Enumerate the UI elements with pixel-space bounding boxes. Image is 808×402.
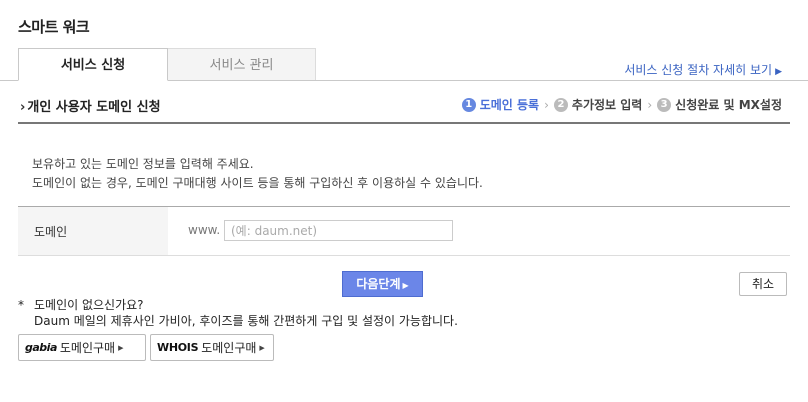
step-number-icon: 2: [553, 97, 568, 112]
step-number-icon: 1: [461, 97, 476, 112]
triangle-right-icon: ▶: [402, 281, 409, 290]
triangle-right-icon: ▶: [118, 343, 124, 352]
next-step-label: 다음단계: [356, 277, 401, 291]
triangle-right-icon: ▶: [259, 343, 265, 352]
step-3: 3 신청완료 및 MX설정: [657, 96, 782, 113]
guide-link[interactable]: 서비스 신청 절차 자세히 보기 ▶: [624, 61, 782, 78]
step-label: 추가정보 입력: [571, 98, 643, 112]
tab-service-apply[interactable]: 서비스 신청: [18, 48, 168, 81]
step-label: 신청완료 및 MX설정: [675, 98, 782, 112]
step-indicator: 1 도메인 등록 › 2 추가정보 입력 › 3 신청완료 및 MX설정: [461, 96, 782, 113]
buy-label: 도메인구매: [201, 341, 257, 355]
guide-link-label: 서비스 신청 절차 자세히 보기: [624, 63, 773, 77]
note-title: 도메인이 없으신가요?: [34, 298, 144, 312]
step-2: 2 추가정보 입력: [553, 96, 643, 113]
step-number-icon: 3: [657, 97, 672, 112]
whois-buy-button[interactable]: WHOIS 도메인구매 ▶: [150, 334, 274, 361]
domain-form-row: 도메인 www.: [18, 207, 790, 256]
section-title: › 개인 사용자 도메인 신청: [20, 96, 161, 115]
gabia-buy-button[interactable]: gabia 도메인구매 ▶: [18, 334, 146, 361]
buy-label: 도메인구매: [59, 341, 116, 355]
section-divider: [18, 122, 790, 124]
domain-value-cell: www.: [168, 207, 790, 255]
whois-logo: WHOIS: [157, 341, 199, 354]
chevron-right-icon: ›: [647, 97, 653, 112]
app-title: 스마트 워크: [18, 18, 90, 36]
chevron-right-icon: ›: [20, 100, 26, 115]
chevron-right-icon: ›: [544, 97, 549, 112]
step-1: 1 도메인 등록: [461, 96, 540, 113]
domain-label: 도메인: [34, 225, 68, 239]
domain-input[interactable]: [224, 220, 453, 241]
next-step-button[interactable]: 다음단계 ▶: [342, 271, 423, 297]
section-title-label: 개인 사용자 도메인 신청: [27, 100, 161, 115]
description: 보유하고 있는 도메인 정보를 입력해 주세요. 도메인이 없는 경우, 도메인…: [32, 155, 483, 193]
cancel-button[interactable]: 취소: [739, 272, 787, 296]
description-line: 보유하고 있는 도메인 정보를 입력해 주세요.: [32, 157, 254, 171]
domain-note: * 도메인이 없으신가요? Daum 메일의 제휴사인 가비아, 후이즈를 통해 …: [18, 297, 458, 329]
description-line: 도메인이 없는 경우, 도메인 구매대행 사이트 등을 통해 구입하신 후 이용…: [32, 176, 483, 190]
gabia-logo: gabia: [25, 341, 57, 354]
step-label: 도메인 등록: [479, 98, 540, 112]
tab-service-manage[interactable]: 서비스 관리: [167, 48, 316, 81]
asterisk: *: [18, 298, 24, 312]
chevron-right-icon: ▶: [775, 67, 782, 77]
note-text: Daum 메일의 제휴사인 가비아, 후이즈를 통해 간편하게 구입 및 설정이…: [34, 314, 458, 328]
www-prefix: www.: [188, 223, 221, 237]
